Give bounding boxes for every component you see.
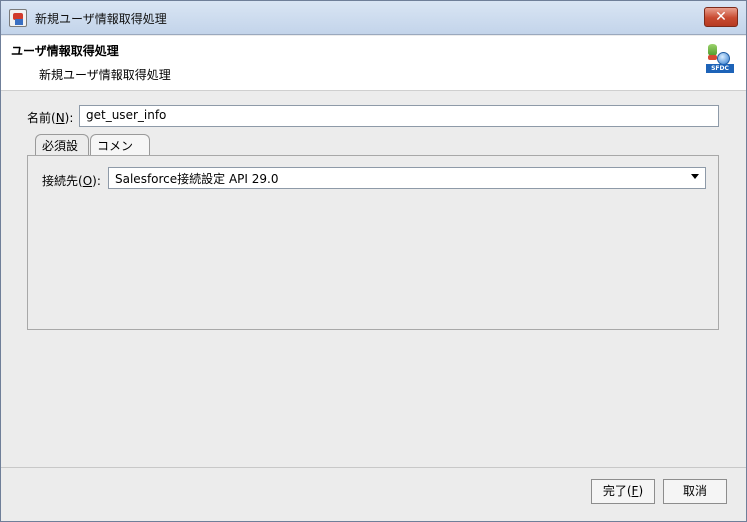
- name-label: 名前(N):: [27, 111, 74, 125]
- wizard-header: ユーザ情報取得処理 新規ユーザ情報取得処理 SFDC: [1, 36, 746, 91]
- name-input[interactable]: get_user_info: [79, 105, 719, 127]
- dropdown-arrow-icon[interactable]: [691, 174, 699, 179]
- connection-label: 接続先(O):: [42, 174, 101, 188]
- tab-panel-required-settings: 接続先(O): Salesforce接続設定 API 29.0: [27, 155, 719, 330]
- connection-select[interactable]: Salesforce接続設定 API 29.0: [108, 167, 706, 189]
- dialog-window: 新規ユーザ情報取得処理 ✕ ユーザ情報取得処理 新規ユーザ情報取得処理 SFDC…: [0, 0, 747, 522]
- header-title: ユーザ情報取得処理: [11, 44, 119, 58]
- close-icon: ✕: [715, 9, 727, 25]
- header-subtitle: 新規ユーザ情報取得処理: [39, 68, 171, 82]
- tab-required-settings[interactable]: 必須設定: [35, 134, 89, 170]
- cancel-button[interactable]: 取消: [663, 479, 727, 504]
- finish-button[interactable]: 完了(F): [591, 479, 655, 504]
- tab-comment[interactable]: コメント: [90, 134, 150, 170]
- app-icon: [9, 9, 27, 27]
- salesforce-adapter-icon: SFDC: [706, 44, 734, 78]
- connection-selected-value: Salesforce接続設定 API 29.0: [115, 172, 279, 186]
- sfdc-tag: SFDC: [706, 64, 734, 73]
- title-bar[interactable]: 新規ユーザ情報取得処理 ✕: [1, 1, 746, 35]
- footer-divider: [1, 467, 746, 468]
- window-title: 新規ユーザ情報取得処理: [35, 12, 167, 26]
- close-button[interactable]: ✕: [704, 7, 738, 27]
